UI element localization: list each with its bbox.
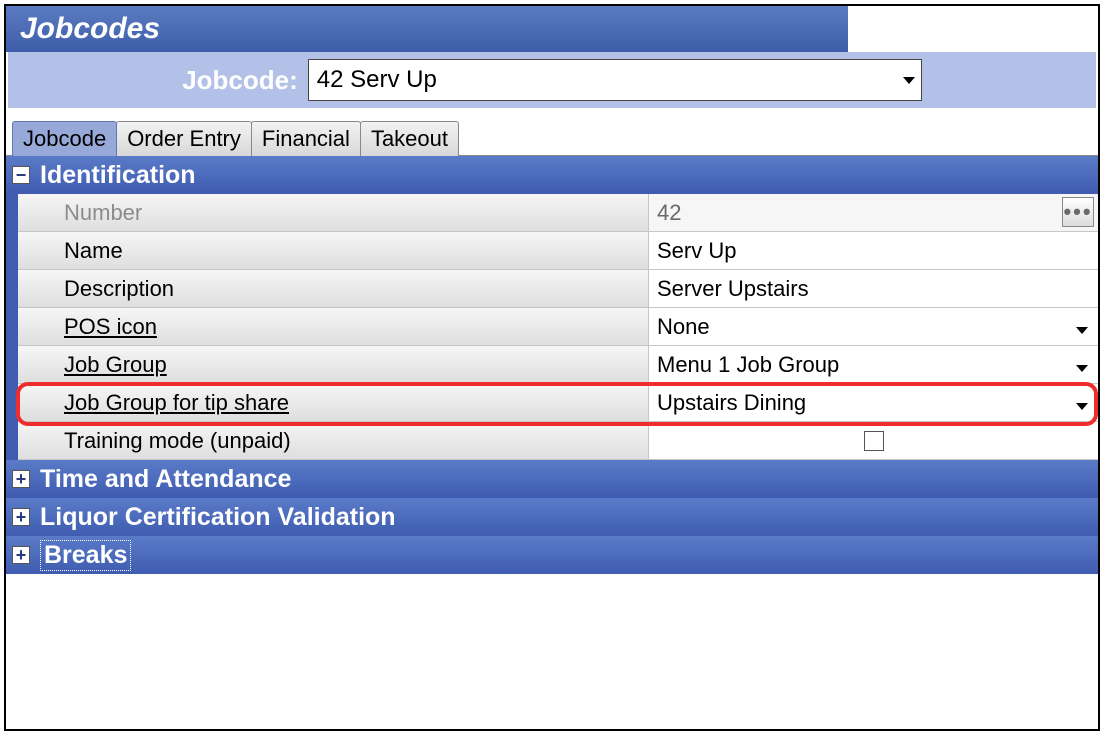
row-pos-icon: POS icon None: [18, 308, 1098, 346]
section-side-bar: [6, 194, 18, 460]
section-identification-body: Number 42 ••• Name Serv Up Description: [18, 194, 1098, 460]
tab-takeout[interactable]: Takeout: [360, 121, 459, 156]
chevron-down-icon: [903, 71, 915, 89]
value-number-text: 42: [657, 200, 681, 226]
section-identification-title: Identification: [40, 161, 196, 190]
value-pos-icon[interactable]: None: [648, 308, 1098, 345]
jobcode-selector-dropdown[interactable]: 42 Serv Up: [308, 59, 922, 101]
value-job-group-tip-share[interactable]: Upstairs Dining: [648, 384, 1098, 421]
value-name[interactable]: Serv Up: [648, 232, 1098, 269]
label-description: Description: [18, 270, 648, 307]
section-identification: − Identification Number 42 ••• Name Serv…: [6, 156, 1098, 460]
section-breaks-header[interactable]: + Breaks: [6, 536, 1098, 574]
title-bar: Jobcodes: [6, 6, 1098, 52]
title-bar-blank: [848, 6, 1098, 52]
collapse-icon: −: [12, 166, 30, 184]
tab-order-entry[interactable]: Order Entry: [116, 121, 252, 156]
section-liquor-certification: + Liquor Certification Validation: [6, 498, 1098, 536]
section-breaks-title: Breaks: [40, 540, 131, 571]
chevron-down-icon: [1076, 390, 1088, 416]
chevron-down-icon: [1076, 352, 1088, 378]
row-number: Number 42 •••: [18, 194, 1098, 232]
section-time-attendance: + Time and Attendance: [6, 460, 1098, 498]
row-training-mode: Training mode (unpaid): [18, 422, 1098, 460]
section-identification-header[interactable]: − Identification: [6, 156, 1098, 194]
jobcode-selector-value: 42 Serv Up: [309, 66, 437, 94]
row-job-group-tip-share: Job Group for tip share Upstairs Dining: [18, 384, 1098, 422]
chevron-down-icon: [1076, 314, 1088, 340]
label-pos-icon: POS icon: [18, 308, 648, 345]
section-breaks: + Breaks: [6, 536, 1098, 574]
expand-icon: +: [12, 508, 30, 526]
section-time-attendance-title: Time and Attendance: [40, 465, 291, 494]
label-number: Number: [18, 194, 648, 231]
jobcode-selector-bar: Jobcode: 42 Serv Up: [6, 52, 1098, 110]
value-name-text: Serv Up: [657, 238, 736, 264]
row-job-group: Job Group Menu 1 Job Group: [18, 346, 1098, 384]
ellipsis-button[interactable]: •••: [1062, 197, 1094, 227]
value-job-group-tip-share-text: Upstairs Dining: [657, 390, 806, 416]
training-mode-checkbox[interactable]: [864, 431, 884, 451]
label-job-group: Job Group: [18, 346, 648, 383]
window-title: Jobcodes: [20, 12, 160, 46]
tab-financial[interactable]: Financial: [251, 121, 361, 156]
tabs-bar: Jobcode Order Entry Financial Takeout: [6, 122, 1098, 156]
tab-jobcode[interactable]: Jobcode: [12, 121, 117, 156]
jobcodes-window: Jobcodes Jobcode: 42 Serv Up Jobcode Ord…: [4, 4, 1100, 731]
value-training-mode[interactable]: [648, 422, 1098, 459]
value-description-text: Server Upstairs: [657, 276, 809, 302]
label-training-mode: Training mode (unpaid): [18, 422, 648, 459]
value-job-group[interactable]: Menu 1 Job Group: [648, 346, 1098, 383]
value-job-group-text: Menu 1 Job Group: [657, 352, 839, 378]
row-name: Name Serv Up: [18, 232, 1098, 270]
label-job-group-tip-share: Job Group for tip share: [18, 384, 648, 421]
section-liquor-certification-header[interactable]: + Liquor Certification Validation: [6, 498, 1098, 536]
section-time-attendance-header[interactable]: + Time and Attendance: [6, 460, 1098, 498]
label-name: Name: [18, 232, 648, 269]
value-description[interactable]: Server Upstairs: [648, 270, 1098, 307]
row-description: Description Server Upstairs: [18, 270, 1098, 308]
value-pos-icon-text: None: [657, 314, 710, 340]
section-liquor-certification-title: Liquor Certification Validation: [40, 503, 396, 532]
expand-icon: +: [12, 546, 30, 564]
expand-icon: +: [12, 470, 30, 488]
jobcode-selector-label: Jobcode:: [182, 65, 298, 96]
value-number[interactable]: 42 •••: [648, 194, 1098, 231]
